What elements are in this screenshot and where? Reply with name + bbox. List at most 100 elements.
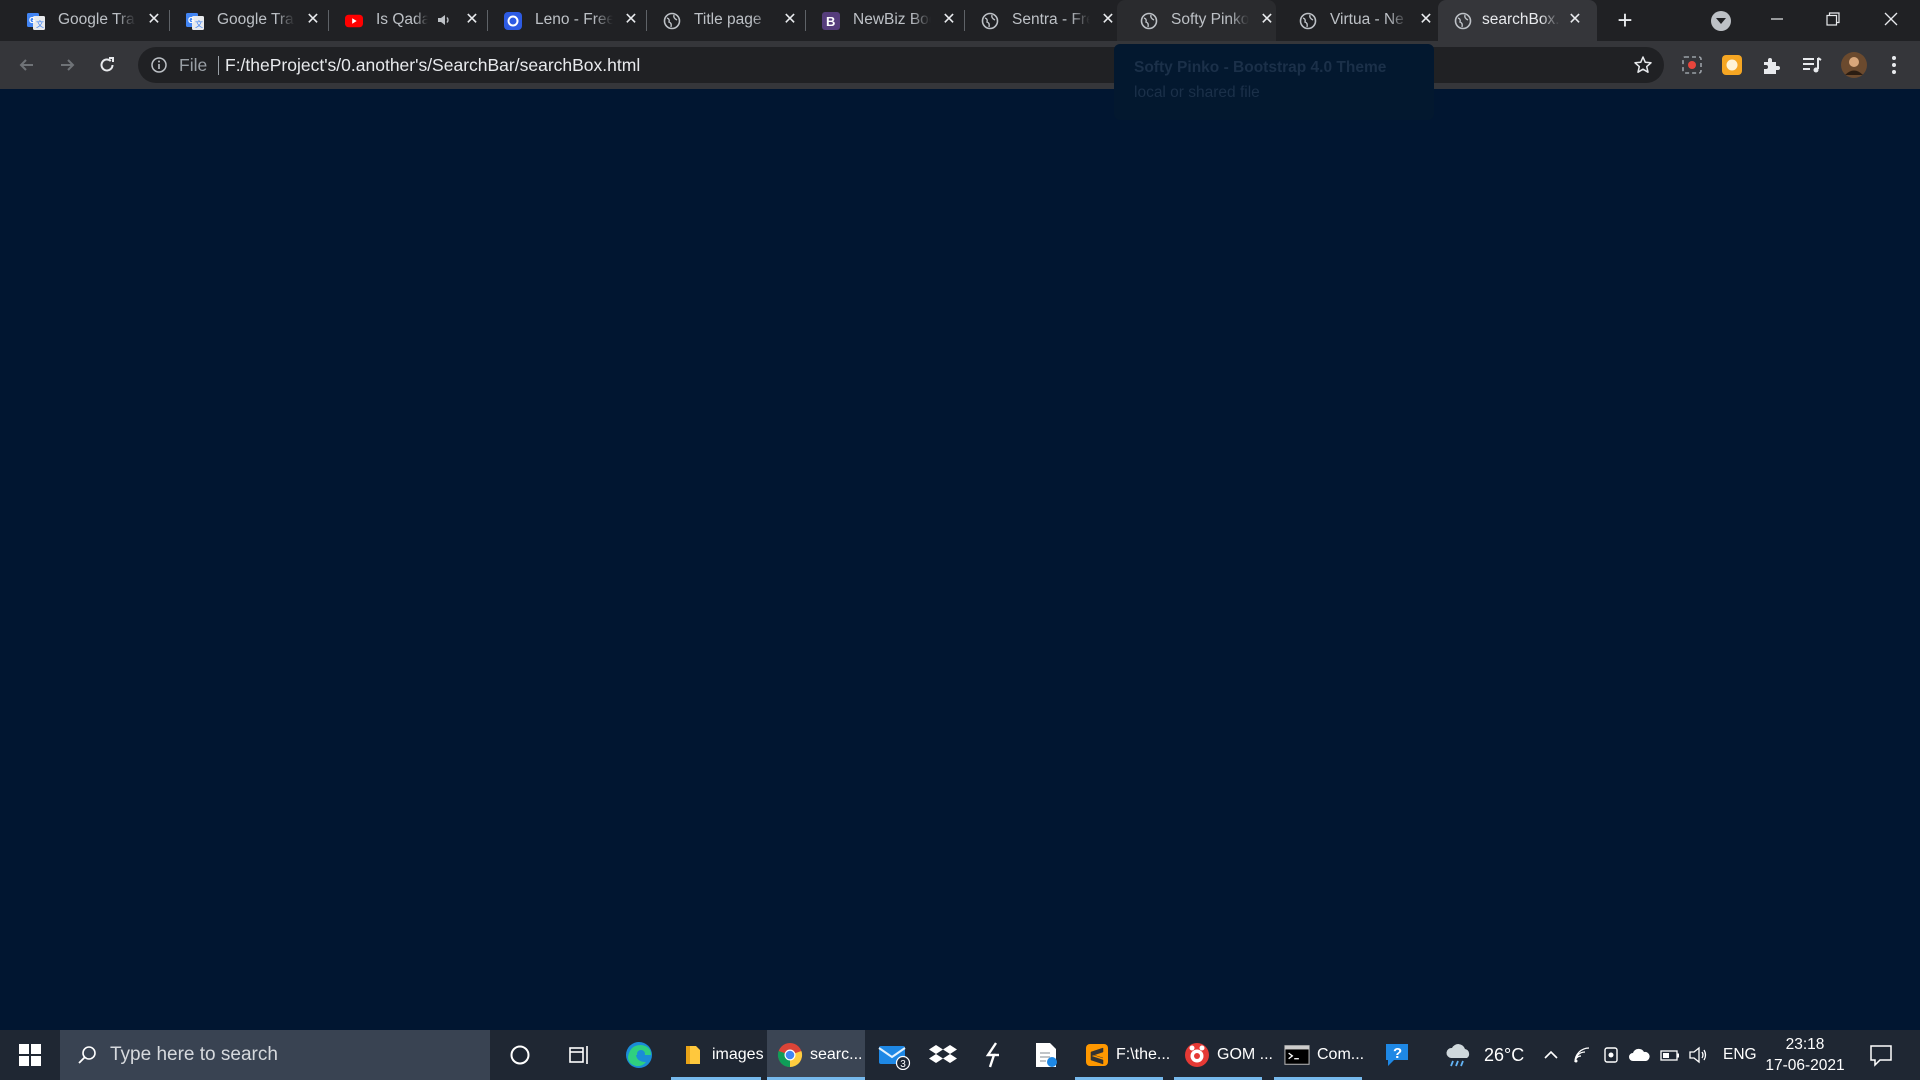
onedrive-icon[interactable]: [1628, 1030, 1650, 1080]
cortana-icon[interactable]: [506, 1030, 534, 1080]
show-hidden-icons-chevron[interactable]: [1542, 1030, 1560, 1080]
tab-youtube[interactable]: Is Qada ✕: [322, 0, 481, 41]
mail-badge-count: 3: [900, 1059, 906, 1070]
taskbar-search-placeholder: Type here to search: [110, 1044, 278, 1065]
tab-title: Sentra - Fre: [1012, 11, 1090, 28]
chrome-menu-icon[interactable]: [1882, 53, 1906, 77]
search-icon: [76, 1044, 98, 1066]
windows-logo-icon: [19, 1044, 41, 1066]
meet-now-icon[interactable]: [1602, 1030, 1620, 1080]
screen-recorder-icon[interactable]: [1680, 53, 1704, 77]
notepad-app-icon[interactable]: [1030, 1030, 1062, 1080]
hover-card-subtitle: local or shared file: [1134, 84, 1260, 101]
task-view-icon[interactable]: [566, 1030, 594, 1080]
taskbar-app-sublime[interactable]: F:\the...: [1075, 1030, 1170, 1080]
profile-avatar[interactable]: [1840, 51, 1868, 79]
tab-hover-card: Softy Pinko - Bootstrap 4.0 Theme local …: [1114, 44, 1434, 120]
speaker-icon[interactable]: [436, 12, 452, 28]
tab-google-translate-2[interactable]: G文 Google Translate ✕: [163, 0, 322, 41]
close-tab-icon[interactable]: ✕: [304, 11, 322, 29]
sublime-icon: [1085, 1042, 1109, 1068]
youtube-icon: [345, 12, 363, 30]
close-tab-icon[interactable]: ✕: [1258, 11, 1276, 29]
hover-card-title: Softy Pinko - Bootstrap 4.0 Theme: [1134, 59, 1387, 76]
extensions-puzzle-icon[interactable]: [1760, 53, 1784, 77]
tab-title: Title page: [694, 11, 762, 28]
tab-virtua[interactable]: Virtua - Ne ✕: [1276, 0, 1435, 41]
back-arrow-icon: [19, 59, 33, 71]
reading-list-icon[interactable]: [1800, 53, 1824, 77]
chrome-icon: [777, 1042, 803, 1068]
reload-button[interactable]: [93, 51, 121, 79]
taskbar-app-label: images: [712, 1046, 764, 1063]
bookmark-star-icon[interactable]: [1633, 55, 1653, 75]
close-tab-icon[interactable]: ✕: [463, 11, 481, 29]
svg-text:文: 文: [195, 19, 203, 29]
svg-text:G: G: [188, 16, 194, 25]
taskbar-app-file-explorer[interactable]: images: [671, 1030, 764, 1080]
clock-time: 23:18: [1785, 1036, 1825, 1053]
extension-orange-icon[interactable]: [1720, 53, 1744, 77]
close-tab-icon[interactable]: ✕: [940, 11, 958, 29]
edge-browser-icon[interactable]: [622, 1030, 656, 1080]
battery-icon[interactable]: [1660, 1030, 1680, 1080]
new-tab-button[interactable]: +: [1612, 7, 1638, 34]
network-icon[interactable]: [1572, 1030, 1592, 1080]
taskbar-search-box[interactable]: Type here to search: [60, 1030, 490, 1080]
tab-strip: G文 Google Translate ✕ G文 Google Translat…: [0, 0, 1920, 41]
close-window-button[interactable]: [1868, 6, 1914, 34]
tab-title: Google Translate: [217, 11, 295, 28]
mail-icon[interactable]: 3: [874, 1030, 914, 1080]
tab-title: searchBox.h: [1482, 11, 1560, 28]
tab-softy-pinko[interactable]: Softy Pinko ✕: [1117, 0, 1276, 41]
url-text[interactable]: F:/theProject's/0.another's/SearchBar/se…: [225, 55, 640, 76]
taskbar-app-command-prompt[interactable]: Com...: [1274, 1030, 1364, 1080]
address-bar[interactable]: File F:/theProject's/0.another's/SearchB…: [138, 47, 1664, 83]
tab-newbiz[interactable]: B NewBiz Boo ✕: [799, 0, 958, 41]
minimize-button[interactable]: [1754, 6, 1800, 34]
help-icon[interactable]: ?: [1380, 1030, 1416, 1080]
tab-title: Softy Pinko: [1171, 11, 1249, 28]
input-language[interactable]: ENG: [1723, 1030, 1757, 1080]
tab-title: Google Translate: [58, 11, 136, 28]
forward-button[interactable]: [53, 51, 81, 79]
close-tab-icon[interactable]: ✕: [145, 11, 163, 29]
restore-button[interactable]: [1810, 6, 1856, 34]
taskbar-app-label: GOM ...: [1217, 1046, 1273, 1063]
svg-text:G: G: [29, 16, 35, 25]
notification-center-icon[interactable]: [1868, 1042, 1894, 1068]
tab-google-translate-1[interactable]: G文 Google Translate ✕: [4, 0, 163, 41]
tab-title-page[interactable]: Title page ✕: [640, 0, 799, 41]
taskbar-app-label: searc...: [810, 1046, 863, 1063]
url-scheme-label: File: [179, 55, 208, 75]
close-tab-icon[interactable]: ✕: [1417, 11, 1435, 29]
svg-text:B: B: [826, 14, 835, 29]
tab-sentra[interactable]: Sentra - Fre ✕: [958, 0, 1117, 41]
close-tab-icon[interactable]: ✕: [1566, 11, 1584, 29]
back-button[interactable]: [13, 51, 41, 79]
leno-icon: [504, 12, 522, 30]
close-tab-icon[interactable]: ✕: [622, 11, 640, 29]
tab-search-icon[interactable]: [1711, 11, 1731, 31]
gom-player-icon: [1184, 1042, 1210, 1068]
lightning-app-icon[interactable]: [980, 1030, 1008, 1080]
weather-widget[interactable]: 26°C: [1444, 1030, 1524, 1080]
bootstrap-icon: B: [822, 12, 840, 30]
taskbar-app-gom-player[interactable]: GOM ...: [1174, 1030, 1273, 1080]
browser-toolbar: File F:/theProject's/0.another's/SearchB…: [0, 41, 1920, 89]
rain-cloud-icon: [1446, 1044, 1470, 1067]
tab-leno[interactable]: Leno - Free ✕: [481, 0, 640, 41]
clock-date: 17-06-2021: [1765, 1057, 1845, 1074]
reload-icon: [100, 57, 114, 72]
weather-temperature: 26°C: [1484, 1044, 1525, 1065]
system-clock[interactable]: 23:18 17-06-2021: [1762, 1034, 1848, 1076]
close-tab-icon[interactable]: ✕: [1099, 11, 1117, 29]
tab-searchbox-active[interactable]: searchBox.h ✕: [1438, 0, 1597, 41]
info-icon[interactable]: [150, 56, 168, 74]
volume-icon[interactable]: [1688, 1030, 1708, 1080]
start-button[interactable]: [0, 1030, 60, 1080]
close-tab-icon[interactable]: ✕: [781, 11, 799, 29]
taskbar-app-chrome[interactable]: searc...: [767, 1030, 865, 1080]
google-translate-icon: G文: [186, 12, 204, 30]
dropbox-icon[interactable]: [926, 1030, 960, 1080]
